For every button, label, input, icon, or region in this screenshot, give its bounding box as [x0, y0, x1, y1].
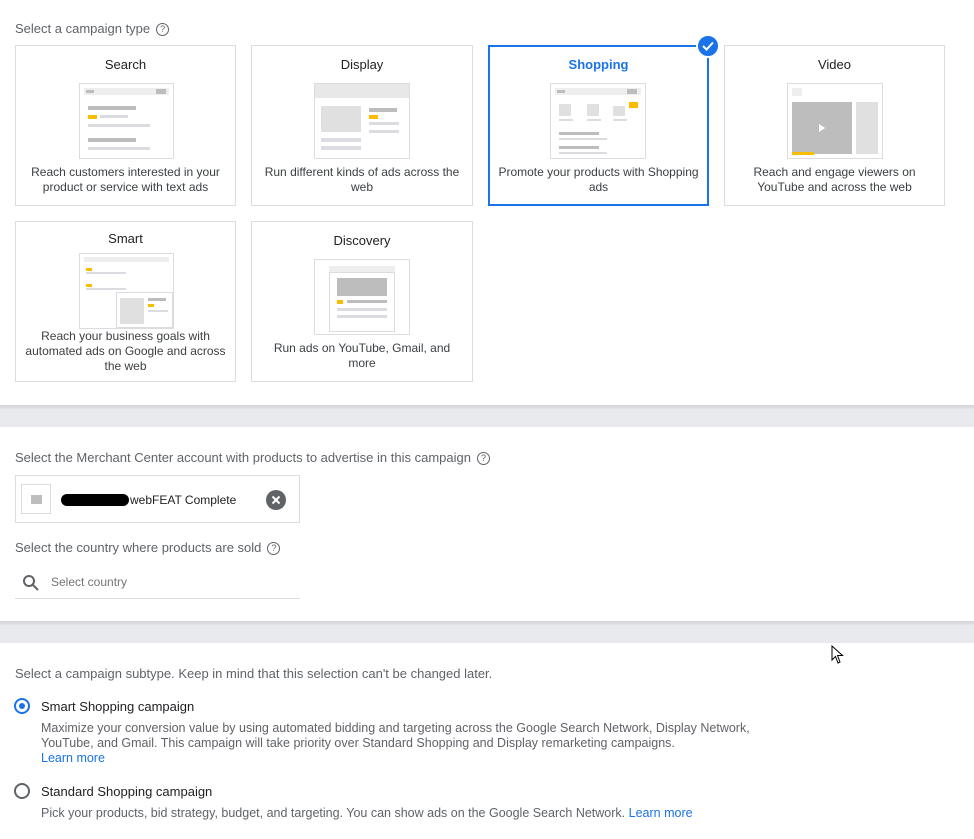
option-description-text: Pick your products, bid strategy, budget… [41, 806, 626, 820]
search-ad-illustration [79, 83, 174, 159]
campaign-type-label: Select a campaign type [15, 21, 151, 36]
image-icon [21, 484, 51, 514]
smart-shopping-description: Maximize your conversion value by using … [41, 721, 771, 766]
search-icon [23, 575, 39, 591]
campaign-card-video[interactable]: Video Reach and engage viewers on YouTub… [724, 45, 945, 206]
merchant-header: Select the Merchant Center account with … [15, 450, 490, 466]
card-title: Smart [108, 231, 143, 246]
mouse-cursor-icon [831, 645, 844, 664]
shopping-ad-illustration [550, 83, 646, 159]
card-description: Run different kinds of ads across the we… [264, 165, 460, 194]
card-title: Display [340, 57, 384, 72]
learn-more-link[interactable]: Learn more [629, 806, 693, 820]
country-label: Select the country where products are so… [15, 540, 262, 555]
card-description: Reach customers interested in your produ… [31, 165, 220, 194]
subtype-label: Select a campaign subtype. Keep in mind … [15, 666, 493, 681]
country-header: Select the country where products are so… [15, 540, 281, 556]
help-icon[interactable]: ? [267, 542, 281, 556]
campaign-type-header: Select a campaign type? [15, 21, 170, 37]
campaign-card-shopping[interactable]: Shopping Promote your products with Shop… [488, 45, 709, 206]
campaign-card-discovery[interactable]: Discovery Run ads on YouTube, Gmail, and… [251, 221, 473, 382]
smart-ad-illustration [79, 253, 174, 329]
card-description: Run ads on YouTube, Gmail, and more [273, 341, 451, 370]
card-description: Reach and engage viewers on YouTube and … [753, 165, 916, 194]
card-title: Video [817, 57, 851, 72]
learn-more-link[interactable]: Learn more [41, 751, 105, 765]
video-ad-illustration [787, 83, 883, 159]
merchant-account-chip[interactable]: webFEAT Complete [15, 475, 300, 523]
standard-shopping-title[interactable]: Standard Shopping campaign [41, 784, 212, 799]
smart-shopping-radio[interactable] [14, 698, 30, 714]
smart-shopping-title[interactable]: Smart Shopping campaign [41, 699, 194, 714]
merchant-account-name: webFEAT Complete [130, 493, 237, 507]
card-title: Shopping [568, 57, 629, 72]
section-divider [0, 621, 974, 643]
discovery-ad-illustration [314, 259, 410, 335]
redacted-account-id [61, 494, 129, 506]
display-ad-illustration [314, 83, 410, 159]
campaign-card-smart[interactable]: Smart Reach your business goals with aut… [15, 221, 236, 382]
selected-check-icon [696, 34, 720, 58]
campaign-card-display[interactable]: Display Run different kinds of ads acros… [251, 45, 473, 206]
remove-icon[interactable] [266, 490, 286, 510]
option-description-text: Maximize your conversion value by using … [41, 721, 750, 750]
play-icon [819, 124, 825, 132]
campaign-card-search[interactable]: Search Reach customers interested in you… [15, 45, 236, 206]
help-icon[interactable]: ? [476, 452, 490, 466]
card-title: Discovery [333, 233, 391, 248]
merchant-label: Select the Merchant Center account with … [15, 450, 471, 465]
card-description: Promote your products with Shopping ads [498, 165, 699, 194]
section-divider [0, 405, 974, 427]
country-input[interactable] [49, 574, 293, 590]
standard-shopping-description: Pick your products, bid strategy, budget… [41, 806, 771, 821]
card-description: Reach your business goals with automated… [25, 329, 226, 373]
standard-shopping-radio[interactable] [14, 783, 30, 799]
country-search-field[interactable] [15, 568, 300, 599]
card-title: Search [104, 57, 147, 72]
help-icon[interactable]: ? [156, 23, 170, 37]
